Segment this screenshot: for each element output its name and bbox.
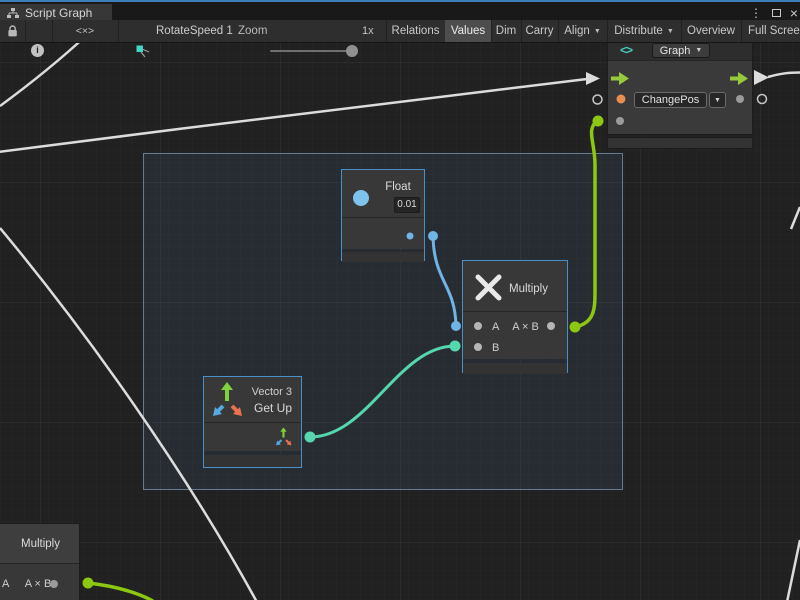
zoom-slider-track[interactable] [270, 50, 358, 52]
node-title: Multiply [509, 283, 548, 295]
node-title: Multiply [21, 538, 60, 550]
corner-multiply-node[interactable]: Multiply A A × B [0, 523, 80, 600]
port-label-a: A [2, 578, 9, 590]
chevron-down-icon: ▼ [667, 28, 674, 35]
node-type-label: Vector 3 [252, 386, 292, 398]
code-view-button[interactable]: <×> [52, 20, 118, 42]
multiply-node[interactable]: Multiply A A × B B [462, 260, 568, 373]
lock-icon [7, 25, 18, 38]
node-footer [204, 455, 301, 467]
graph-name-label: RotateSpeed 1 [156, 20, 233, 42]
vector3-getup-node[interactable]: Vector 3 Get Up [203, 376, 302, 468]
port-label-axb: A × B [509, 321, 542, 333]
lock-button[interactable] [0, 20, 25, 42]
float-value-input[interactable]: 0.01 [394, 197, 420, 213]
changepos-dropdown-arrow-button[interactable]: ▼ [709, 92, 726, 108]
chevron-down-icon: ▼ [714, 97, 721, 104]
port-label-b: B [492, 342, 499, 354]
multiply-x-icon [474, 273, 503, 302]
graph-toolbar: i <×> RotateSpeed 1 Zoom 1x Relations Va… [0, 20, 800, 43]
node-title: Float [378, 181, 418, 193]
graph-dropdown[interactable]: Graph▼ [652, 43, 710, 58]
port-label-a: A [492, 321, 499, 333]
maximize-icon [772, 9, 781, 17]
unity-script-graph-window: Script Graph ⋮ × i <×> [0, 0, 800, 600]
chevron-down-icon: ▼ [594, 28, 601, 35]
node-footer [342, 252, 424, 262]
port-label-axb: A × B [22, 578, 54, 590]
graph-chevrons-icon: <> [620, 43, 632, 57]
toolbar-button-carry[interactable]: Carry [521, 20, 558, 42]
toolbar-button-values[interactable]: Values [445, 20, 491, 42]
script-machine-icon [136, 44, 153, 59]
float-node[interactable]: Float 0.01 [341, 169, 425, 261]
float-type-icon [353, 190, 369, 206]
toolbar-button-distribute[interactable]: Distribute▼ [607, 20, 681, 42]
vector3-output-port-icon[interactable] [275, 427, 293, 447]
toolbar-button-relations[interactable]: Relations [386, 20, 445, 42]
code-icon: <×> [76, 25, 94, 37]
node-footer [463, 363, 567, 374]
title-bar: Script Graph ⋮ × [0, 0, 800, 20]
toolbar-button-dim[interactable]: Dim [491, 20, 521, 42]
toolbar-button-overview[interactable]: Overview [681, 20, 741, 42]
node-footer [607, 137, 753, 149]
node-title: Get Up [254, 401, 292, 415]
zoom-slider-handle[interactable] [346, 45, 358, 57]
zoom-value: 1x [362, 20, 374, 42]
toolbar-button-align[interactable]: Align▼ [558, 20, 607, 42]
toolbar-button-fullscreen[interactable]: Full Screen [741, 20, 800, 42]
tab-title: Script Graph [25, 6, 92, 20]
graph-nest-node[interactable]: <> Graph▼ ChangePos ▼ [607, 40, 753, 147]
graph-hierarchy-icon [7, 8, 19, 19]
chevron-down-icon: ▼ [695, 47, 702, 54]
vector3-icon [211, 381, 245, 419]
zoom-label: Zoom [238, 20, 267, 42]
info-icon: i [31, 44, 44, 57]
changepos-dropdown[interactable]: ChangePos [634, 92, 707, 108]
